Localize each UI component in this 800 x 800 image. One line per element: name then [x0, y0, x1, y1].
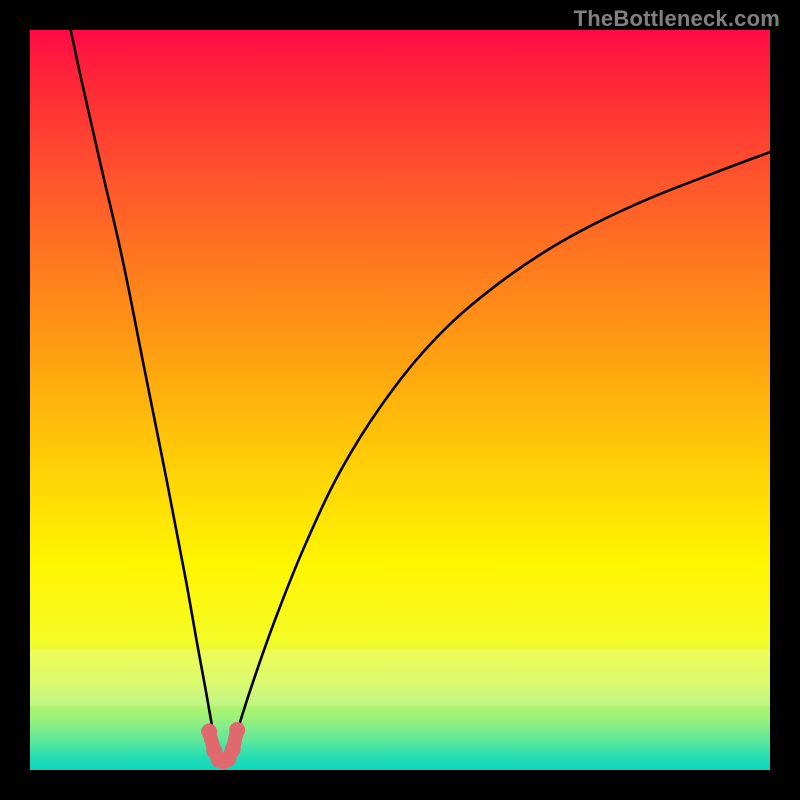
valley-marker-dot	[225, 741, 241, 757]
plot-area	[30, 30, 770, 770]
valley-marker-dot	[215, 753, 231, 769]
valley-marker-dot	[229, 722, 245, 738]
pale-band	[30, 650, 770, 706]
valley-marker-dot	[201, 724, 217, 740]
valley-marker	[209, 730, 237, 761]
chart-stage: TheBottleneck.com	[0, 0, 800, 800]
watermark-text: TheBottleneck.com	[574, 6, 780, 32]
valley-marker-dots	[201, 722, 245, 769]
curve-left	[71, 30, 220, 757]
valley-marker-dot	[220, 751, 236, 767]
valley-marker-dot	[206, 743, 222, 759]
curve-layer	[30, 30, 770, 770]
curve-right	[227, 152, 770, 757]
valley-marker-dot	[211, 752, 227, 768]
